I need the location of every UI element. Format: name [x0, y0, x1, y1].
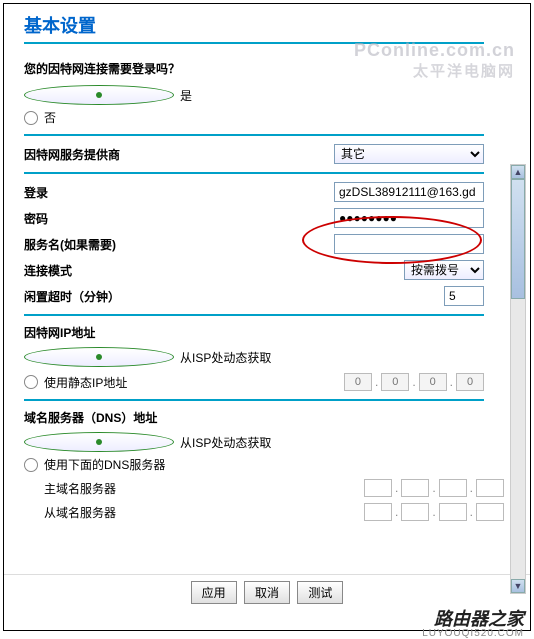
ip-static-fields: . . . [344, 373, 484, 391]
ip-octet-1[interactable] [344, 373, 372, 391]
radio-no[interactable] [24, 111, 38, 125]
page-title: 基本设置 [24, 12, 510, 38]
divider [24, 399, 484, 401]
scroll-down-icon[interactable]: ▼ [511, 579, 525, 593]
radio-yes-label: 是 [180, 87, 192, 104]
dns-custom-label: 使用下面的DNS服务器 [44, 456, 165, 473]
conn-mode-select[interactable]: 按需拨号 [404, 260, 484, 280]
dns-primary-label: 主域名服务器 [44, 480, 364, 497]
idle-input[interactable] [444, 286, 484, 306]
dns-secondary-fields: . . . [364, 503, 504, 521]
login-label: 登录 [24, 184, 334, 201]
dns-p-2[interactable] [401, 479, 429, 497]
radio-yes[interactable] [24, 85, 174, 105]
password-label: 密码 [24, 210, 334, 227]
radio-no-label: 否 [44, 109, 56, 126]
ip-static-label: 使用静态IP地址 [44, 374, 344, 391]
dns-s-4[interactable] [476, 503, 504, 521]
login-input[interactable] [334, 182, 484, 202]
divider [24, 134, 484, 136]
divider [24, 42, 484, 44]
service-label: 服务名(如果需要) [24, 236, 334, 253]
test-button[interactable]: 测试 [297, 581, 343, 604]
dns-dynamic-label: 从ISP处动态获取 [180, 434, 271, 451]
isp-label: 因特网服务提供商 [24, 146, 334, 163]
dns-secondary-label: 从域名服务器 [44, 504, 364, 521]
dns-p-4[interactable] [476, 479, 504, 497]
ip-octet-3[interactable] [419, 373, 447, 391]
radio-ip-static[interactable] [24, 375, 38, 389]
divider [24, 172, 484, 174]
dns-s-3[interactable] [439, 503, 467, 521]
login-question: 您的因特网连接需要登录吗？ [24, 60, 510, 77]
cancel-button[interactable]: 取消 [244, 581, 290, 604]
dns-s-1[interactable] [364, 503, 392, 521]
dns-p-3[interactable] [439, 479, 467, 497]
scroll-up-icon[interactable]: ▲ [511, 165, 525, 179]
ip-dynamic-label: 从ISP处动态获取 [180, 349, 271, 366]
dns-primary-fields: . . . [364, 479, 504, 497]
password-input[interactable] [334, 208, 484, 228]
service-input[interactable] [334, 234, 484, 254]
divider [24, 314, 484, 316]
scrollbar[interactable]: ▲ ▼ [510, 164, 526, 594]
button-bar: 应用 取消 测试 [4, 574, 530, 610]
scroll-thumb[interactable] [511, 179, 525, 299]
isp-select[interactable]: 其它 [334, 144, 484, 164]
dns-p-1[interactable] [364, 479, 392, 497]
radio-dns-custom[interactable] [24, 458, 38, 472]
apply-button[interactable]: 应用 [191, 581, 237, 604]
radio-ip-dynamic[interactable] [24, 347, 174, 367]
dns-s-2[interactable] [401, 503, 429, 521]
ip-section-title: 因特网IP地址 [24, 324, 510, 341]
dns-section-title: 域名服务器（DNS）地址 [24, 409, 510, 426]
idle-label: 闲置超时（分钟） [24, 288, 444, 305]
ip-octet-4[interactable] [456, 373, 484, 391]
ip-octet-2[interactable] [381, 373, 409, 391]
conn-mode-label: 连接模式 [24, 262, 404, 279]
radio-dns-dynamic[interactable] [24, 432, 174, 452]
